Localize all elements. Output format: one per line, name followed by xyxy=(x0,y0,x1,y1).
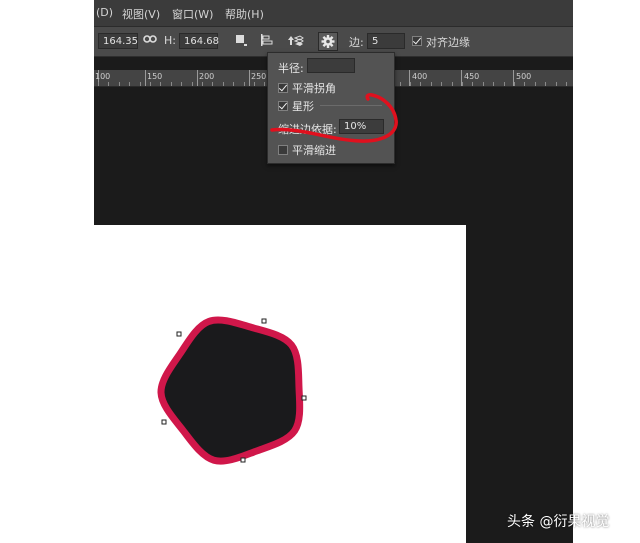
path-alignment-icon[interactable] xyxy=(260,33,276,50)
ruler-minor-tick xyxy=(98,82,99,86)
sides-field[interactable]: 5 xyxy=(367,33,405,49)
ruler-minor-tick xyxy=(223,82,224,86)
menu-item-help[interactable]: 帮助(H) xyxy=(225,6,264,22)
anchor-point xyxy=(240,457,246,463)
ruler-minor-tick xyxy=(410,82,411,86)
indent-sides-label: 缩进边依据: xyxy=(278,123,337,136)
ruler-minor-tick xyxy=(129,82,130,86)
menu-item-window[interactable]: 窗口(W) xyxy=(172,6,213,22)
ruler-minor-tick xyxy=(545,82,546,86)
indent-sides-input[interactable]: 10% xyxy=(339,119,384,134)
ruler-label: 200 xyxy=(199,72,215,81)
watermark-text: 头条 @衍果视觉 xyxy=(507,514,610,530)
ruler-minor-tick xyxy=(212,82,213,86)
ruler-label: 500 xyxy=(516,72,532,81)
ruler-minor-tick xyxy=(264,82,265,86)
photoshop-window: (D) 视图(V) 窗口(W) 帮助(H) 164.35 H: 164.68 边… xyxy=(94,0,573,543)
ruler-minor-tick xyxy=(452,82,453,86)
star-label: 星形 xyxy=(292,100,314,113)
star-group-separator xyxy=(320,105,382,106)
ruler-minor-tick xyxy=(140,82,141,86)
ruler-minor-tick xyxy=(556,82,557,86)
link-icon[interactable] xyxy=(143,32,157,49)
geometry-options-button[interactable] xyxy=(318,32,338,51)
ruler-label: 150 xyxy=(147,72,163,81)
align-edges-checkbox[interactable] xyxy=(412,36,422,46)
ruler-minor-tick xyxy=(441,82,442,86)
path-operations-icon[interactable] xyxy=(234,33,248,50)
ruler-minor-tick xyxy=(254,82,255,86)
anchor-point xyxy=(301,395,307,401)
ruler-minor-tick xyxy=(514,82,515,86)
align-edges-label: 对齐边缘 xyxy=(426,36,470,49)
ruler-minor-tick xyxy=(462,82,463,86)
anchor-point xyxy=(261,318,267,324)
menu-bar: (D) 视图(V) 窗口(W) 帮助(H) xyxy=(94,0,573,27)
ruler-minor-tick xyxy=(150,82,151,86)
ruler-minor-tick xyxy=(400,82,401,86)
width-field[interactable]: 164.35 xyxy=(98,33,138,49)
ruler-minor-tick xyxy=(171,82,172,86)
smooth-corners-label: 平滑拐角 xyxy=(292,82,336,95)
polygon-options-popover: 半径: 平滑拐角 星形 缩进边依据: 10% 平滑缩进 xyxy=(267,52,395,164)
ruler-minor-tick xyxy=(119,82,120,86)
anchor-point xyxy=(161,419,167,425)
ruler-minor-tick xyxy=(202,82,203,86)
ruler-label: 450 xyxy=(464,72,480,81)
ruler-minor-tick xyxy=(472,82,473,86)
ruler-minor-tick xyxy=(504,82,505,86)
ruler-minor-tick xyxy=(160,82,161,86)
ruler-minor-tick xyxy=(233,82,234,86)
smooth-indents-label: 平滑缩进 xyxy=(292,144,336,157)
ruler-minor-tick xyxy=(181,82,182,86)
star-checkbox[interactable] xyxy=(278,101,288,111)
height-label: H: xyxy=(164,34,176,47)
ruler-minor-tick xyxy=(483,82,484,86)
ruler-minor-tick xyxy=(566,82,567,86)
ruler-minor-tick xyxy=(108,82,109,86)
sides-label: 边: xyxy=(349,36,364,49)
smooth-corners-checkbox[interactable] xyxy=(278,83,288,93)
document-canvas[interactable] xyxy=(94,225,466,543)
ruler-minor-tick xyxy=(431,82,432,86)
ruler-minor-tick xyxy=(524,82,525,86)
rounded-star-shape[interactable] xyxy=(149,304,319,474)
shape-path[interactable] xyxy=(157,316,304,465)
ruler-minor-tick xyxy=(244,82,245,86)
radius-input[interactable] xyxy=(307,58,355,73)
anchor-point xyxy=(176,331,182,337)
menu-item-partial[interactable]: (D) xyxy=(96,6,113,19)
ruler-label: 100 xyxy=(95,72,111,81)
path-arrangement-icon[interactable] xyxy=(286,32,304,51)
height-field[interactable]: 164.68 xyxy=(179,33,219,49)
smooth-indents-checkbox[interactable] xyxy=(278,145,288,155)
gear-icon xyxy=(321,35,335,48)
ruler-minor-tick xyxy=(192,82,193,86)
ruler-minor-tick xyxy=(493,82,494,86)
ruler-label: 400 xyxy=(412,72,428,81)
ruler-minor-tick xyxy=(535,82,536,86)
ruler-label: 250 xyxy=(251,72,267,81)
ruler-minor-tick xyxy=(420,82,421,86)
menu-item-view[interactable]: 视图(V) xyxy=(122,6,160,22)
radius-label: 半径: xyxy=(278,62,304,75)
